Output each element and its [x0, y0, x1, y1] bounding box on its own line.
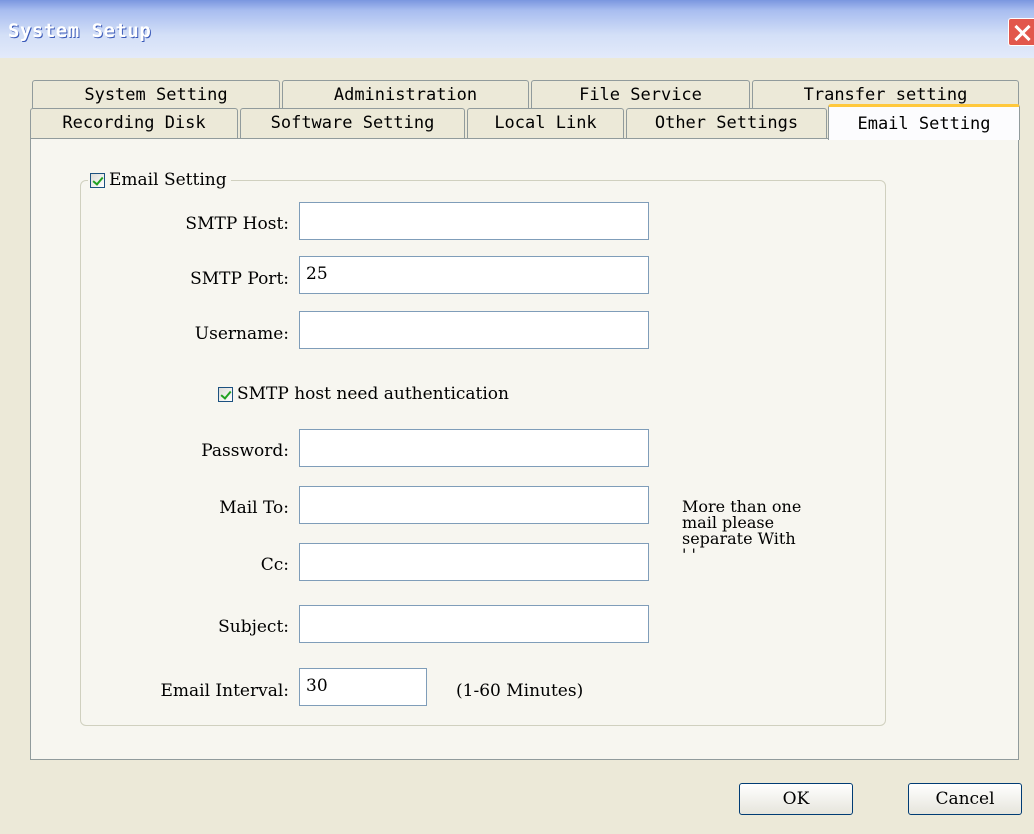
title-bar[interactable]: System Setup — [0, 0, 1034, 58]
cc-input[interactable] — [299, 543, 649, 581]
email-setting-label: Email Setting — [109, 170, 227, 190]
cancel-button[interactable]: Cancel — [908, 783, 1022, 815]
password-input[interactable] — [299, 429, 649, 467]
tab-other-settings[interactable]: Other Settings — [626, 108, 827, 138]
tab-administration[interactable]: Administration — [282, 80, 529, 108]
smtp-auth-checkbox[interactable] — [218, 386, 233, 402]
email-interval-input[interactable]: 30 — [299, 668, 427, 706]
tab-system-setting[interactable]: System Setting — [32, 80, 280, 108]
window-title: System Setup — [8, 20, 152, 42]
mail-to-input[interactable] — [299, 486, 649, 524]
smtp-auth-toggle[interactable]: SMTP host need authentication — [218, 384, 509, 404]
smtp-auth-label: SMTP host need authentication — [237, 384, 509, 404]
tab-file-service[interactable]: File Service — [531, 80, 750, 108]
email-interval-label: Email Interval: — [160, 681, 289, 701]
username-input[interactable] — [299, 311, 649, 349]
tab-email-setting[interactable]: Email Setting — [828, 104, 1020, 140]
email-setting-checkbox[interactable] — [90, 172, 105, 188]
smtp-host-input[interactable] — [299, 202, 649, 240]
mail-to-label: Mail To: — [219, 498, 289, 518]
mail-separator-note: More than one mail please separate With … — [682, 499, 862, 563]
cc-label: Cc: — [260, 555, 289, 575]
tab-recording-disk[interactable]: Recording Disk — [30, 108, 238, 138]
username-label: Username: — [194, 324, 289, 344]
close-icon[interactable] — [1008, 18, 1034, 46]
email-setting-toggle[interactable]: Email Setting — [88, 170, 231, 190]
system-setup-dialog: System Setup System Setting Administrati… — [0, 0, 1034, 834]
smtp-host-label: SMTP Host: — [185, 214, 289, 234]
tab-software-setting[interactable]: Software Setting — [240, 108, 465, 138]
password-label: Password: — [201, 441, 289, 461]
smtp-port-input[interactable]: 25 — [299, 256, 649, 294]
email-interval-unit: (1-60 Minutes) — [456, 681, 584, 701]
note-line: ' ' — [682, 545, 696, 564]
smtp-port-label: SMTP Port: — [190, 269, 289, 289]
subject-input[interactable] — [299, 605, 649, 643]
note-line: separate With — [682, 529, 796, 548]
subject-label: Subject: — [218, 617, 289, 637]
tab-local-link[interactable]: Local Link — [467, 108, 624, 138]
ok-button[interactable]: OK — [739, 783, 853, 815]
